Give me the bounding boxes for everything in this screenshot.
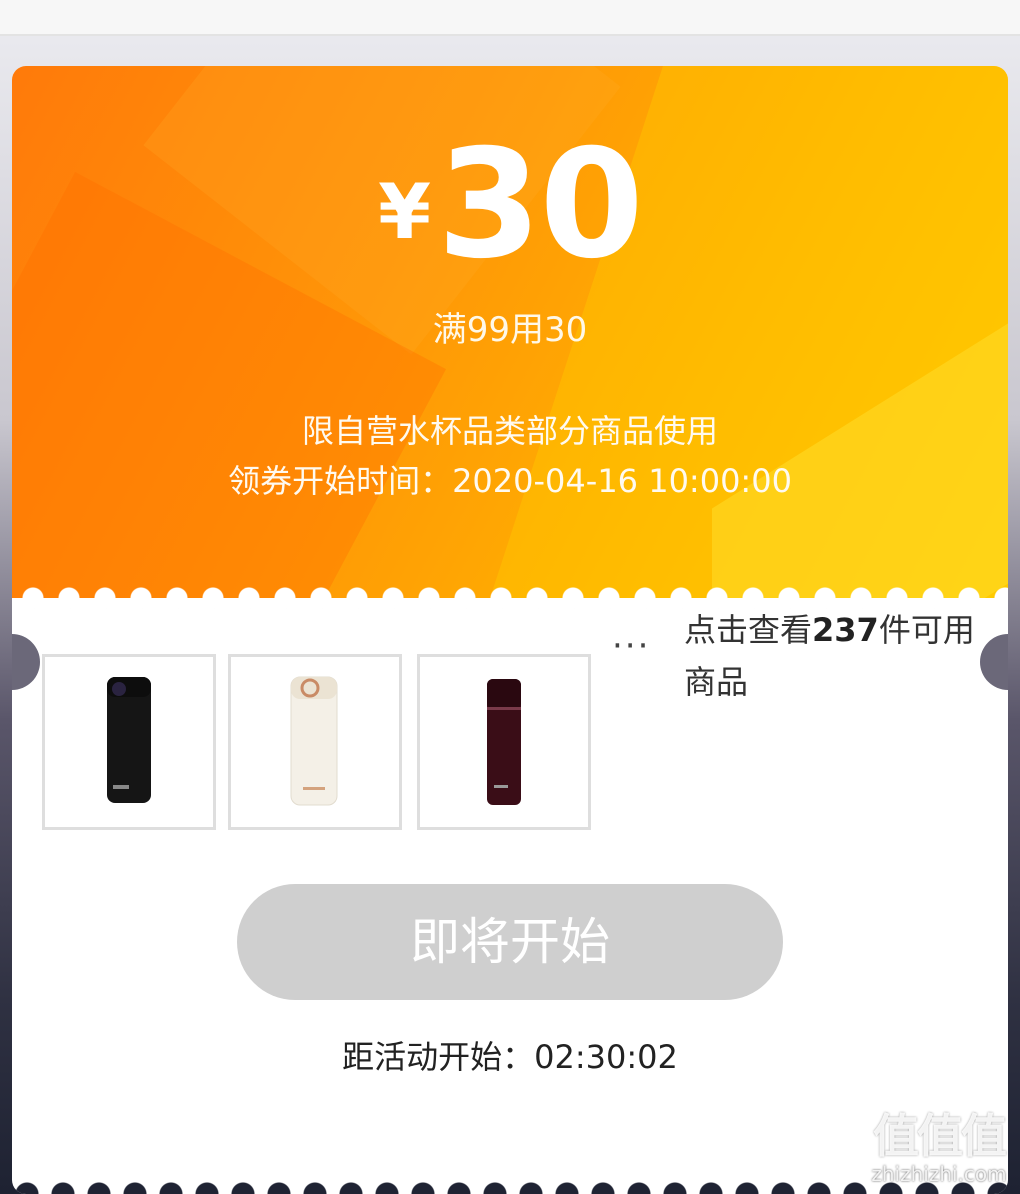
top-bar xyxy=(0,0,1020,36)
view-available-products-link[interactable]: 点击查看237件可用商品 xyxy=(684,604,984,708)
watermark-text: 值值值 xyxy=(873,1109,1007,1163)
coupon-header: ¥30 满99用30 限自营水杯品类部分商品使用 领券开始时间：2020-04-… xyxy=(12,66,1008,598)
ticket-notch-right xyxy=(980,634,1008,690)
available-count: 237 xyxy=(812,611,879,649)
countdown-text: 距活动开始：02:30:02 xyxy=(342,1038,678,1076)
more-prefix: 点击查看 xyxy=(684,611,813,649)
coupon-amount: ¥30 xyxy=(12,118,1008,292)
coupon-value: 30 xyxy=(437,118,644,292)
coupon-scope: 限自营水杯品类部分商品使用 xyxy=(301,412,718,450)
watermark-url: zhizhizhi.com xyxy=(871,1162,1007,1186)
product-thumbnail-3[interactable] xyxy=(417,654,591,830)
coming-soon-button[interactable]: 即将开始 xyxy=(237,884,783,1000)
thermos-bottle-darkred-image xyxy=(487,679,521,805)
currency-symbol: ¥ xyxy=(378,167,432,256)
product-thumbnail-1[interactable] xyxy=(42,654,216,830)
coupon-card: ¥30 满99用30 限自营水杯品类部分商品使用 领券开始时间：2020-04-… xyxy=(12,66,1008,1194)
watermark-logo: 值值值 zhizhizhi.com xyxy=(864,1110,1014,1186)
thermos-bottle-black-image xyxy=(107,677,151,803)
coupon-start-time: 领券开始时间：2020-04-16 10:00:00 xyxy=(228,462,792,500)
product-thumbnail-2[interactable] xyxy=(228,654,402,830)
coupon-condition: 满99用30 xyxy=(432,310,588,350)
ticket-notch-left xyxy=(12,634,40,690)
thermos-bottle-white-image xyxy=(290,676,338,806)
more-ellipsis: ··· xyxy=(612,626,651,666)
ticket-edge-bottom xyxy=(12,1168,1008,1194)
